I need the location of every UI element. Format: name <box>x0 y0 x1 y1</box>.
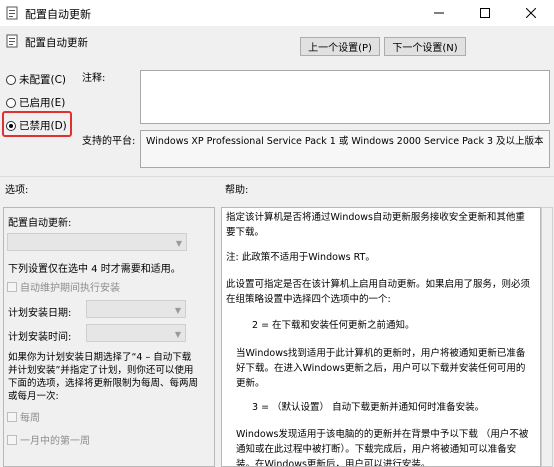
install-day-label: 计划安装日期: <box>8 308 72 319</box>
previous-setting-button[interactable]: 上一个设置(P) <box>300 37 380 56</box>
close-icon <box>526 8 536 18</box>
help-panel: 指定该计算机是否将通过Windows自动更新服务接收安全更新和其他重要下载。 注… <box>221 207 541 467</box>
schedule-description: 如果你为计划安装日期选择了“4 – 自动下载并计划安装”并指定了计划，则你还可以… <box>8 352 199 402</box>
first-week-checkbox[interactable]: 一月中的第一周 <box>7 432 90 447</box>
options-note: 下列设置仅在选中 4 时才需要和适用。 <box>8 264 181 275</box>
chevron-down-icon: ▼ <box>175 239 182 248</box>
help-paragraph: 指定该计算机是否将通过Windows自动更新服务接收安全更新和其他重要下载。 <box>226 212 525 238</box>
install-day-dropdown[interactable]: ▼ <box>86 300 186 318</box>
options-label: 选项: <box>5 185 29 196</box>
configure-updates-dropdown[interactable]: ▼ <box>7 233 187 251</box>
options-panel: 配置自动更新: ▼ 下列设置仅在选中 4 时才需要和适用。 自动维护期间执行安装… <box>3 207 215 467</box>
policy-title: 配置自动更新 <box>25 37 88 49</box>
radio-not-configured[interactable]: 未配置(C) <box>6 72 66 87</box>
chevron-down-icon: ▼ <box>174 330 181 339</box>
radio-enabled[interactable]: 已启用(E) <box>6 95 65 110</box>
install-time-label: 计划安装时间: <box>8 332 72 343</box>
radio-label: 未配置(C) <box>19 74 67 86</box>
install-time-dropdown[interactable]: ▼ <box>86 324 186 342</box>
checkbox-label: 自动维护期间执行安装 <box>20 283 120 294</box>
close-button[interactable] <box>508 0 554 26</box>
help-paragraph: 注: 此政策不适用于Windows RT。 <box>226 252 375 263</box>
chevron-down-icon: ▼ <box>174 306 181 315</box>
radio-circle <box>6 97 16 108</box>
checkbox-box <box>7 411 17 422</box>
help-paragraph: 2 = 在下载和安装任何更新之前通知。 <box>252 320 415 331</box>
supported-platform-value: Windows XP Professional Service Pack 1 或… <box>140 130 550 168</box>
maximize-icon <box>480 8 490 18</box>
radio-label: 已启用(E) <box>19 97 66 109</box>
radio-circle <box>6 74 16 85</box>
divider <box>0 176 554 177</box>
comment-textarea[interactable] <box>140 70 550 124</box>
checkbox-box <box>7 281 17 292</box>
minimize-icon <box>434 12 444 14</box>
help-paragraph: 当Windows找到适用于此计算机的更新时，用户将被通知更新已准备好下载。在进入… <box>236 348 526 389</box>
next-setting-button[interactable]: 下一个设置(N) <box>384 37 466 56</box>
policy-icon <box>5 34 19 48</box>
checkbox-label: 一月中的第一周 <box>20 436 90 447</box>
checkbox-label: 每周 <box>20 413 40 424</box>
supported-platform-label: 支持的平台: <box>82 136 136 147</box>
help-paragraph: 此设置可指定是否在该计算机上启用自动更新。如果启用了服务，则必须在组策略设置中选… <box>226 279 531 305</box>
help-paragraph: 3 = （默认设置） 自动下载更新并通知何时准备安装。 <box>252 402 485 413</box>
policy-icon <box>5 6 19 20</box>
maintenance-install-checkbox[interactable]: 自动维护期间执行安装 <box>7 279 120 294</box>
checkbox-box <box>7 434 17 445</box>
highlight-annotation <box>2 111 72 137</box>
configure-updates-label: 配置自动更新: <box>8 218 72 229</box>
maximize-button[interactable] <box>462 0 508 26</box>
minimize-button[interactable] <box>416 0 462 26</box>
help-paragraph: Windows发现适用于该电脑的的更新并在背景中予以下载 （用户不被通知或在此过… <box>236 429 529 467</box>
window-title: 配置自动更新 <box>25 8 91 21</box>
help-scrollbar[interactable] <box>541 207 553 467</box>
comment-label: 注释: <box>82 73 106 84</box>
every-week-checkbox[interactable]: 每周 <box>7 409 40 424</box>
help-label: 帮助: <box>225 185 249 196</box>
